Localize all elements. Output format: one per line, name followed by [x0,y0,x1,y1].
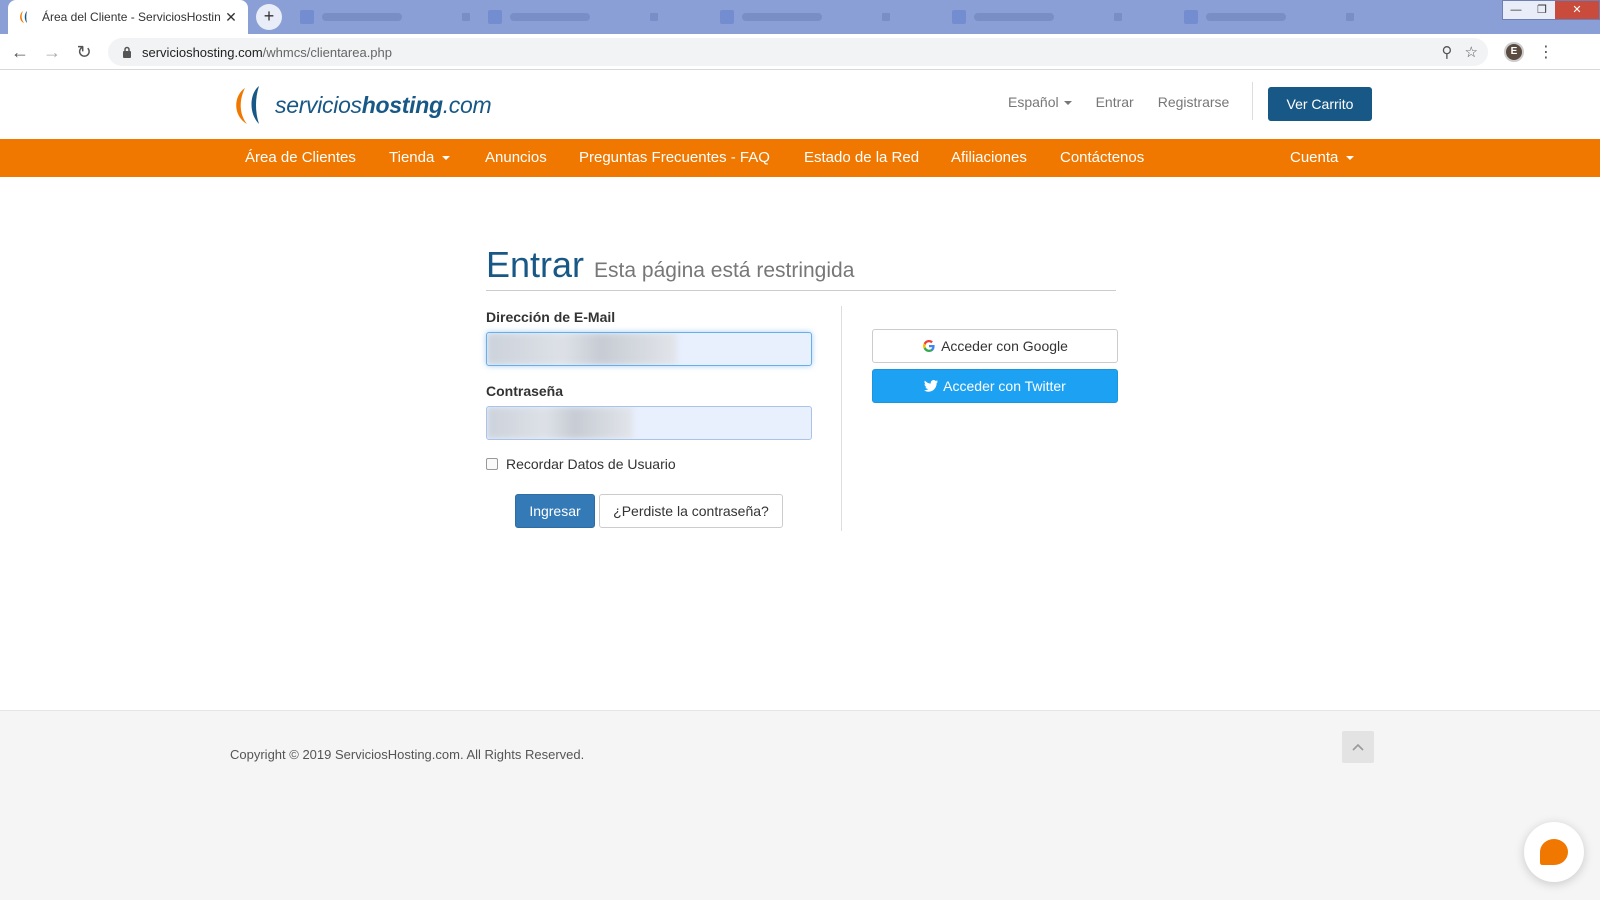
logo-text-suffix: .com [442,91,492,118]
nav-item-contact[interactable]: Contáctenos [1060,139,1144,177]
browser-tab-background[interactable] [720,6,890,28]
logo-text-servicios: servicios [275,91,362,118]
address-bar[interactable]: servicioshosting.com /whmcs/clientarea.p… [108,38,1488,66]
chevron-down-icon [1063,101,1072,106]
chevron-down-icon [1346,156,1355,161]
copyright-text: Copyright © 2019 ServiciosHosting.com. A… [230,747,585,762]
page-footer: Copyright © 2019 ServiciosHosting.com. A… [0,710,1600,900]
tab-favicon-icon [488,10,502,24]
google-login-button[interactable]: Acceder con Google [872,329,1118,363]
language-label: Español [1008,94,1059,110]
nav-item-store[interactable]: Tienda [389,139,451,177]
tab-favicon-icon [1184,10,1198,24]
browser-tab-background[interactable] [488,6,658,28]
bookmark-star-icon[interactable]: ☆ [1465,43,1478,61]
nav-item-account-label: Cuenta [1290,149,1339,166]
browser-toolbar: ← → ↻ servicioshosting.com /whmcs/client… [0,34,1600,70]
chevron-up-icon [1352,743,1364,751]
remember-label: Recordar Datos de Usuario [506,456,676,472]
twitter-button-label: Acceder con Twitter [943,378,1066,394]
site-logo[interactable]: servicioshosting.com [231,84,492,126]
profile-avatar[interactable]: E [1504,42,1524,62]
nav-item-store-label: Tienda [389,149,435,166]
nav-item-announcements[interactable]: Anuncios [485,139,547,177]
logo-mark-icon [236,86,259,124]
key-icon[interactable]: ⚲ [1442,43,1453,61]
site-favicon-icon [20,11,27,23]
nav-item-affiliates[interactable]: Afiliaciones [951,139,1027,177]
forward-arrow-icon[interactable]: → [40,40,64,64]
title-divider [486,290,1116,291]
twitter-icon [924,380,939,392]
tab-close-icon[interactable] [462,13,470,21]
reload-icon[interactable]: ↻ [72,40,96,64]
language-dropdown[interactable]: Español [1008,94,1072,110]
back-arrow-icon[interactable]: ← [8,40,32,64]
browser-menu-icon[interactable]: ⋮ [1538,42,1554,62]
new-tab-button[interactable]: + [256,4,282,30]
restore-icon[interactable]: ❐ [1529,1,1555,19]
remember-me[interactable]: Recordar Datos de Usuario [486,456,676,472]
window-controls: — ❐ ✕ [1502,0,1600,20]
tab-title: Área del Cliente - ServiciosHostin [42,10,221,24]
back-to-top-button[interactable] [1342,731,1374,763]
login-divider [841,306,842,531]
password-field[interactable] [486,406,812,440]
remember-checkbox[interactable] [486,458,498,470]
logo-text-hosting: hosting [361,91,443,118]
redacted-value [487,407,633,439]
minimize-icon[interactable]: — [1503,1,1529,19]
register-link[interactable]: Registrarse [1158,94,1230,110]
chat-widget-button[interactable] [1524,822,1584,882]
browser-tab-background[interactable] [300,6,470,28]
nav-item-client-area[interactable]: Área de Clientes [245,139,356,177]
browser-tab-bar: Área del Cliente - ServiciosHostin ✕ + —… [0,0,1600,34]
tab-favicon-icon [952,10,966,24]
tab-favicon-icon [300,10,314,24]
redacted-value [487,333,677,365]
browser-tab-active[interactable]: Área del Cliente - ServiciosHostin ✕ [8,0,248,34]
url-host: servicioshosting.com [142,44,263,60]
login-link[interactable]: Entrar [1096,94,1134,110]
login-submit-button[interactable]: Ingresar [515,494,595,528]
main-navigation: Área de Clientes Tienda Anuncios Pregunt… [0,139,1600,177]
email-field[interactable] [486,332,812,366]
tab-close-icon[interactable] [1346,13,1354,21]
url-path: /whmcs/clientarea.php [262,44,392,60]
tab-favicon-icon [720,10,734,24]
lock-icon [123,46,131,58]
email-label: Dirección de E-Mail [486,309,616,325]
site-header: servicioshosting.com Español Entrar Regi… [0,70,1600,138]
nav-item-faq[interactable]: Preguntas Frecuentes - FAQ [579,139,770,177]
chevron-down-icon [442,156,451,161]
password-label: Contraseña [486,383,564,399]
tab-close-icon[interactable] [1114,13,1122,21]
header-divider [1252,82,1253,120]
page-title: Entrar [486,244,585,285]
tab-close-icon[interactable] [882,13,890,21]
google-button-label: Acceder con Google [941,338,1068,354]
window-close-icon[interactable]: ✕ [1555,1,1599,19]
tab-close-icon[interactable]: ✕ [224,9,238,26]
browser-tab-background[interactable] [1184,6,1354,28]
twitter-login-button[interactable]: Acceder con Twitter [872,369,1118,403]
nav-item-network-status[interactable]: Estado de la Red [804,139,919,177]
login-heading: Entrar Esta página está restringida [486,244,854,286]
chat-icon [1540,839,1568,865]
browser-tab-background[interactable] [952,6,1122,28]
nav-item-account[interactable]: Cuenta [1290,139,1355,177]
tab-close-icon[interactable] [650,13,658,21]
forgot-password-button[interactable]: ¿Perdiste la contraseña? [599,494,783,528]
google-icon [923,340,935,352]
page-subtitle: Esta página está restringida [594,259,855,282]
view-cart-button[interactable]: Ver Carrito [1268,87,1372,121]
